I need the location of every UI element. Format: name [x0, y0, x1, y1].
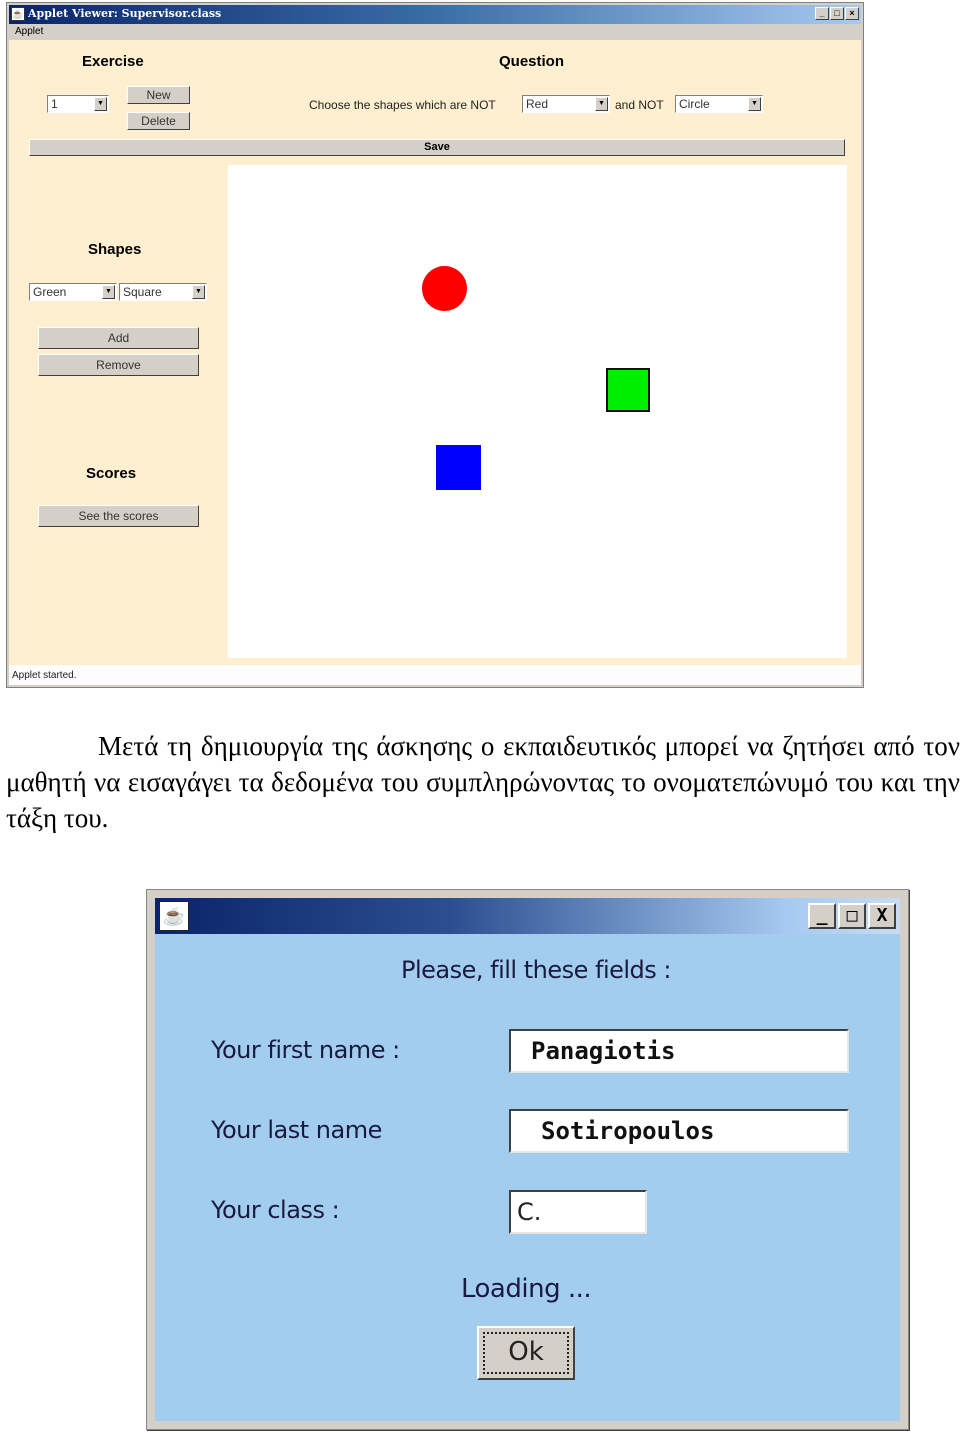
last-name-field[interactable]: Sotiropoulos	[509, 1109, 849, 1153]
question-shape-select[interactable]: Circle ▼	[675, 95, 763, 113]
paragraph-text: Μετά τη δημιουργία της άσκησης ο εκπαιδε…	[6, 731, 960, 833]
loading-text: Loading ...	[461, 1274, 592, 1304]
dialog-instruction: Please, fill these fields :	[401, 956, 672, 984]
chevron-down-icon[interactable]: ▼	[192, 285, 205, 299]
question-connector: and NOT	[615, 98, 664, 112]
class-field[interactable]: C.	[509, 1190, 647, 1234]
exercise-select-value: 1	[51, 97, 58, 111]
scores-heading: Scores	[86, 465, 137, 482]
minimize-icon[interactable]: _	[815, 7, 829, 20]
menu-applet[interactable]: Applet	[15, 26, 43, 37]
shape-type-value: Square	[123, 285, 162, 299]
chevron-down-icon[interactable]: ▼	[748, 97, 761, 111]
ok-button-label: Ok	[508, 1337, 544, 1367]
ok-button[interactable]: Ok	[477, 1326, 575, 1380]
chevron-down-icon[interactable]: ▼	[94, 97, 107, 111]
exercise-select[interactable]: 1 ▼	[47, 95, 109, 113]
shapes-canvas[interactable]	[228, 165, 847, 658]
dialog-title-bar[interactable]: ☕ _ □ X	[155, 898, 900, 934]
applet-menubar: Applet	[9, 24, 861, 40]
close-icon[interactable]: ×	[845, 7, 859, 20]
first-name-label: Your first name :	[211, 1036, 400, 1064]
class-value: C.	[517, 1198, 542, 1226]
dialog-body: Please, fill these fields : Your first n…	[155, 934, 900, 1421]
first-name-value: Panagiotis	[531, 1037, 676, 1065]
document-paragraph: Μετά τη δημιουργία της άσκησης ο εκπαιδε…	[6, 728, 960, 836]
minimize-icon[interactable]: _	[808, 903, 836, 929]
canvas-shape-square[interactable]	[606, 368, 650, 412]
class-label: Your class :	[211, 1196, 340, 1224]
last-name-label: Your last name	[211, 1116, 382, 1144]
add-button[interactable]: Add	[38, 327, 199, 349]
chevron-down-icon[interactable]: ▼	[102, 285, 115, 299]
student-info-dialog: ☕ _ □ X Please, fill these fields : Your…	[146, 889, 909, 1430]
see-scores-button[interactable]: See the scores	[38, 505, 199, 527]
chevron-down-icon[interactable]: ▼	[595, 97, 608, 111]
maximize-icon[interactable]: □	[830, 7, 844, 20]
applet-window-title: Applet Viewer: Supervisor.class	[28, 7, 222, 20]
save-button[interactable]: Save	[29, 139, 845, 156]
shape-color-value: Green	[33, 285, 67, 299]
applet-content: Exercise 1 ▼ New Delete Question Choose …	[9, 40, 861, 665]
question-shape-value: Circle	[679, 97, 710, 111]
last-name-value: Sotiropoulos	[541, 1117, 715, 1145]
canvas-shape-circle[interactable]	[422, 266, 467, 311]
shape-color-select[interactable]: Green ▼	[29, 283, 117, 301]
status-bar: Applet started.	[9, 665, 861, 685]
java-applet-icon: ☕	[11, 7, 25, 21]
exercise-heading: Exercise	[82, 53, 144, 70]
question-color-value: Red	[526, 97, 549, 111]
remove-button[interactable]: Remove	[38, 354, 199, 376]
status-text: Applet started.	[12, 670, 77, 681]
new-button[interactable]: New	[127, 86, 190, 104]
applet-title-bar[interactable]: ☕ Applet Viewer: Supervisor.class _ □ ×	[9, 5, 861, 24]
canvas-shape-square[interactable]	[436, 445, 481, 490]
java-coffee-cup-icon: ☕	[159, 901, 189, 931]
question-color-select[interactable]: Red ▼	[522, 95, 610, 113]
question-prompt: Choose the shapes which are NOT	[309, 98, 496, 112]
maximize-icon[interactable]: □	[838, 903, 866, 929]
first-name-field[interactable]: Panagiotis	[509, 1029, 849, 1073]
question-heading: Question	[499, 53, 565, 70]
shape-type-select[interactable]: Square ▼	[119, 283, 207, 301]
applet-viewer-window: ☕ Applet Viewer: Supervisor.class _ □ × …	[6, 2, 864, 688]
close-icon[interactable]: X	[868, 903, 896, 929]
shapes-heading: Shapes	[88, 241, 142, 258]
delete-button[interactable]: Delete	[127, 112, 190, 130]
